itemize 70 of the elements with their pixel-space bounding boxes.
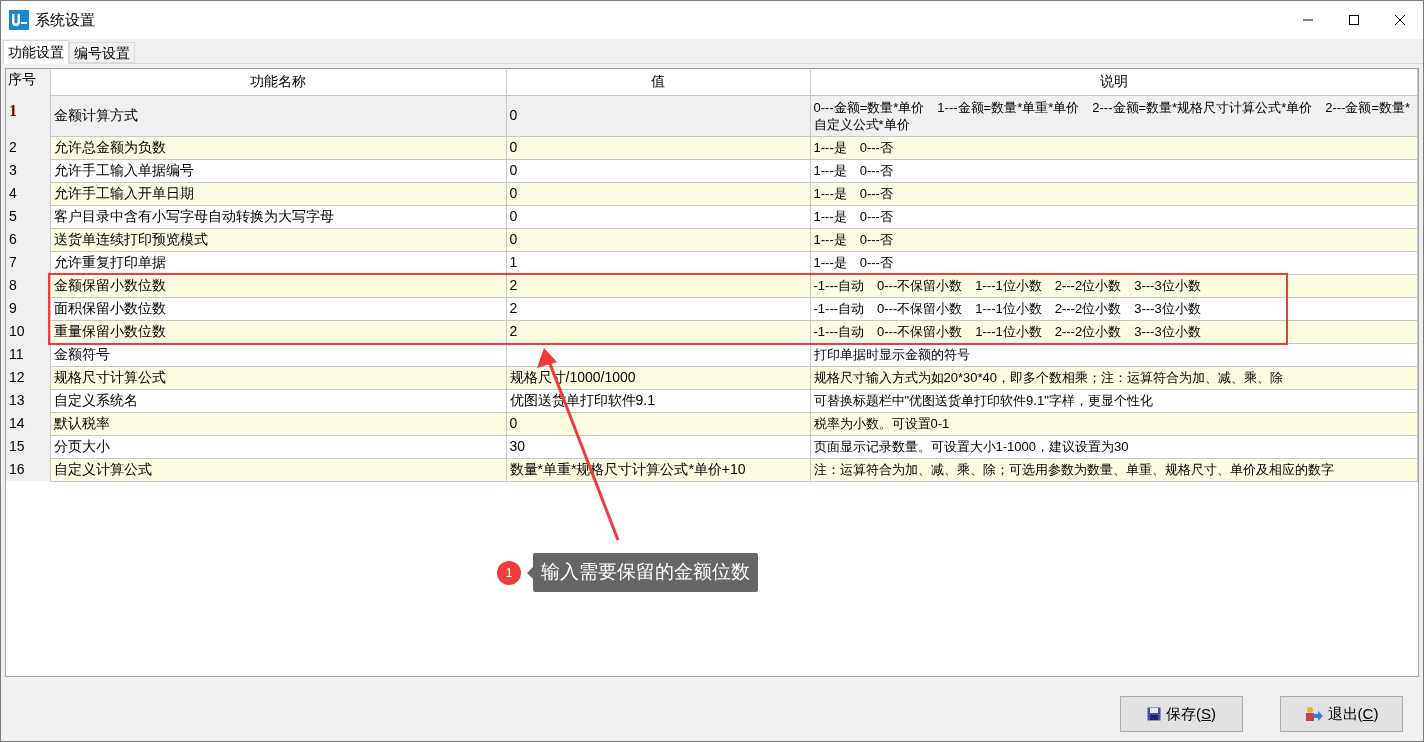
setting-description: 1---是 0---否 (813, 232, 893, 247)
setting-description: -1---自动 0---不保留小数 1---1位小数 2---2位小数 3---3位小数 (813, 301, 1201, 316)
setting-name: 面积保留小数位数 (53, 300, 166, 316)
row-number: 12 (6, 366, 50, 389)
setting-name: 金额符号 (53, 346, 110, 362)
row-number: 7 (6, 251, 50, 274)
setting-value: 0 (509, 208, 518, 224)
setting-description: -1---自动 0---不保留小数 1---1位小数 2---2位小数 3---3位小数 (813, 324, 1201, 339)
tab[interactable]: 功能设置 (3, 40, 69, 64)
setting-description: 页面显示记录数量。可设置大小1-1000，建议设置为30 (813, 439, 1129, 454)
setting-description: 打印单据时显示金额的符号 (813, 347, 970, 362)
setting-name: 金额计算方式 (53, 107, 138, 123)
setting-description: 税率为小数。可设置0-1 (813, 416, 950, 431)
row-number: 2 (6, 136, 50, 159)
column-header: 说明 (810, 69, 1418, 95)
setting-description: 可替换标题栏中"优图送货单打印软件9.1"字样，更显个性化 (813, 393, 1153, 408)
column-header: 值 (506, 69, 810, 95)
setting-value: 1 (509, 254, 518, 270)
row-number: 1 (6, 95, 50, 136)
setting-description: 规格尺寸输入方式为如20*30*40，即多个数相乘；注：运算符合为加、减、乘、除 (813, 370, 1283, 385)
row-number: 16 (6, 458, 50, 481)
setting-description: 1---是 0---否 (813, 209, 893, 224)
setting-value: 2 (509, 323, 518, 339)
row-number: 3 (6, 159, 50, 182)
row-number: 11 (6, 343, 50, 366)
setting-value: 0 (509, 139, 518, 155)
setting-name: 分页大小 (53, 438, 110, 454)
row-number: 14 (6, 412, 50, 435)
setting-name: 默认税率 (53, 415, 110, 431)
setting-description: 1---是 0---否 (813, 140, 893, 155)
setting-name: 允许重复打印单据 (53, 254, 166, 270)
setting-name: 规格尺寸计算公式 (53, 369, 166, 385)
setting-name: 允许手工输入开单日期 (53, 185, 194, 201)
setting-name: 允许总金额为负数 (53, 139, 166, 155)
setting-name: 金额保留小数位数 (53, 277, 166, 293)
row-number: 5 (6, 205, 50, 228)
setting-description: 0---金额=数量*单价 1---金额=数量*单重*单价 2---金额=数量*规格尺寸计算公式*单价 2---金额=数量*自定义公式*单价 (813, 99, 1411, 132)
save-button[interactable]: 保存(S) (1120, 696, 1243, 732)
setting-value: 0 (509, 162, 518, 178)
setting-value: 0 (509, 107, 518, 123)
setting-name: 重量保留小数位数 (53, 323, 166, 339)
setting-name: 自定义计算公式 (53, 461, 152, 477)
setting-name: 自定义系统名 (53, 392, 138, 408)
setting-value: 30 (509, 438, 526, 454)
row-number: 8 (6, 274, 50, 297)
row-number: 4 (6, 182, 50, 205)
window-title: 系统设置 (35, 9, 95, 30)
row-number: 6 (6, 228, 50, 251)
column-header: 功能名称 (50, 69, 506, 95)
setting-value: 0 (509, 185, 518, 201)
tab[interactable]: 编号设置 (69, 42, 135, 63)
setting-value: 0 (509, 231, 518, 247)
row-number: 13 (6, 389, 50, 412)
setting-description: 注：运算符合为加、减、乘、除；可选用参数为数量、单重、规格尺寸、单价及相应的数字 (813, 462, 1334, 477)
setting-name: 允许手工输入单据编号 (53, 162, 194, 178)
row-number: 15 (6, 435, 50, 458)
column-header: 序号 (6, 69, 50, 95)
row-number: 9 (6, 297, 50, 320)
setting-value: 0 (509, 415, 518, 431)
setting-description: -1---自动 0---不保留小数 1---1位小数 2---2位小数 3---3位小数 (813, 278, 1201, 293)
callout-label: 输入需要保留的金额位数 (533, 553, 758, 592)
setting-value: 2 (509, 277, 518, 293)
setting-value: 2 (509, 300, 518, 316)
setting-name: 客户目录中含有小写字母自动转换为大写字母 (53, 208, 334, 224)
row-number: 10 (6, 320, 50, 343)
setting-description: 1---是 0---否 (813, 186, 893, 201)
setting-description: 1---是 0---否 (813, 163, 893, 178)
setting-name: 送货单连续打印预览模式 (53, 231, 208, 247)
exit-button[interactable]: 退出(C) (1280, 696, 1403, 732)
setting-description: 1---是 0---否 (813, 255, 893, 270)
